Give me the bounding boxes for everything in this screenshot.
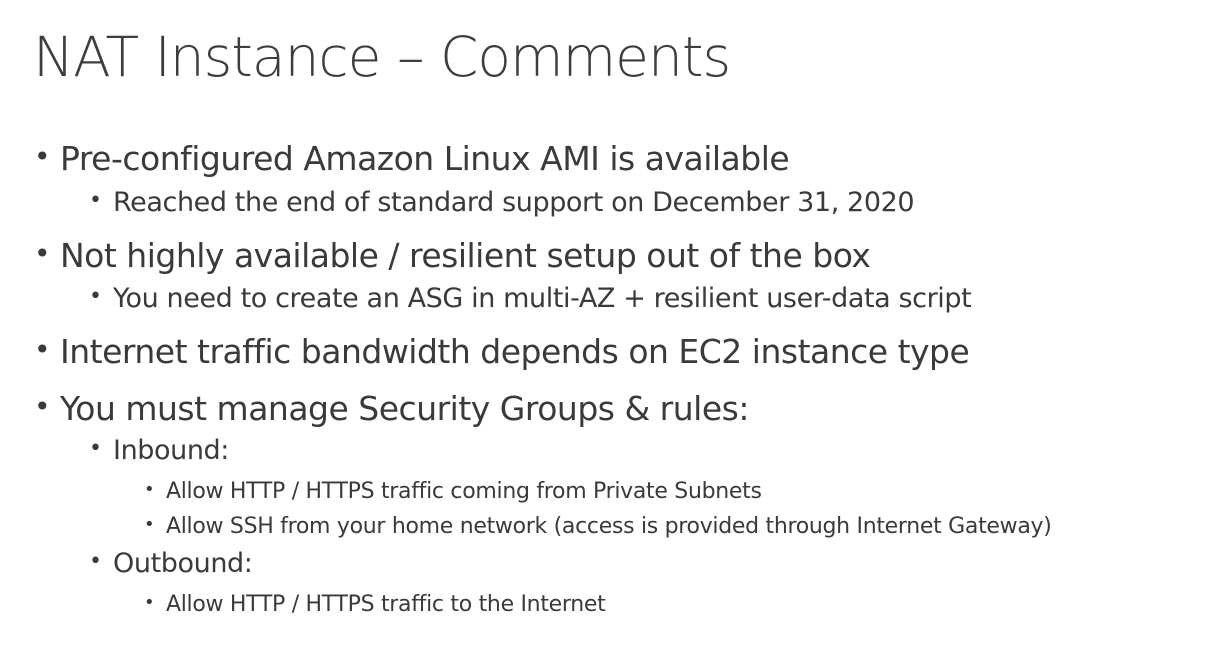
sub-bullet-asg: • You need to create an ASG in multi-AZ … xyxy=(89,283,972,315)
bullet-dot: • xyxy=(89,284,102,309)
bullet-dot: • xyxy=(144,514,155,535)
bullet-dot: • xyxy=(89,549,102,574)
bullet-dot: • xyxy=(144,592,155,613)
sub-bullet-inbound: • Inbound: xyxy=(89,435,229,467)
bullet-text: Not highly available / resilient setup o… xyxy=(60,236,871,275)
bullet-text: You need to create an ASG in multi-AZ + … xyxy=(113,283,972,314)
bullet-text: Allow HTTP / HTTPS traffic coming from P… xyxy=(166,479,762,504)
bullet-dot: • xyxy=(34,140,51,173)
bullet-security-groups: • You must manage Security Groups & rule… xyxy=(34,389,749,429)
bullet-dot: • xyxy=(34,333,51,366)
sub-bullet-outbound: • Outbound: xyxy=(89,548,253,580)
bullet-text: Pre-configured Amazon Linux AMI is avail… xyxy=(60,139,790,178)
bullet-dot: • xyxy=(34,390,51,423)
bullet-text: Inbound: xyxy=(113,435,229,466)
slide-title: NAT Instance – Comments xyxy=(33,25,731,89)
sub-sub-bullet-http-private: • Allow HTTP / HTTPS traffic coming from… xyxy=(144,479,762,505)
bullet-dot: • xyxy=(34,237,51,270)
slide: NAT Instance – Comments • Pre-configured… xyxy=(0,0,1224,656)
bullet-text: You must manage Security Groups & rules: xyxy=(60,389,749,428)
sub-bullet-support-end: • Reached the end of standard support on… xyxy=(89,187,915,219)
bullet-text: Outbound: xyxy=(113,548,253,579)
sub-sub-bullet-http-internet: • Allow HTTP / HTTPS traffic to the Inte… xyxy=(144,592,606,618)
bullet-dot: • xyxy=(89,436,102,461)
bullet-text: Internet traffic bandwidth depends on EC… xyxy=(60,332,970,371)
bullet-not-highly-available: • Not highly available / resilient setup… xyxy=(34,236,871,276)
bullet-text: Reached the end of standard support on D… xyxy=(113,187,915,218)
bullet-ami: • Pre-configured Amazon Linux AMI is ava… xyxy=(34,139,790,179)
bullet-bandwidth: • Internet traffic bandwidth depends on … xyxy=(34,332,970,372)
sub-sub-bullet-ssh: • Allow SSH from your home network (acce… xyxy=(144,514,1052,540)
bullet-text: Allow HTTP / HTTPS traffic to the Intern… xyxy=(166,592,606,617)
bullet-dot: • xyxy=(89,188,102,213)
bullet-dot: • xyxy=(144,479,155,500)
bullet-text: Allow SSH from your home network (access… xyxy=(166,514,1052,539)
